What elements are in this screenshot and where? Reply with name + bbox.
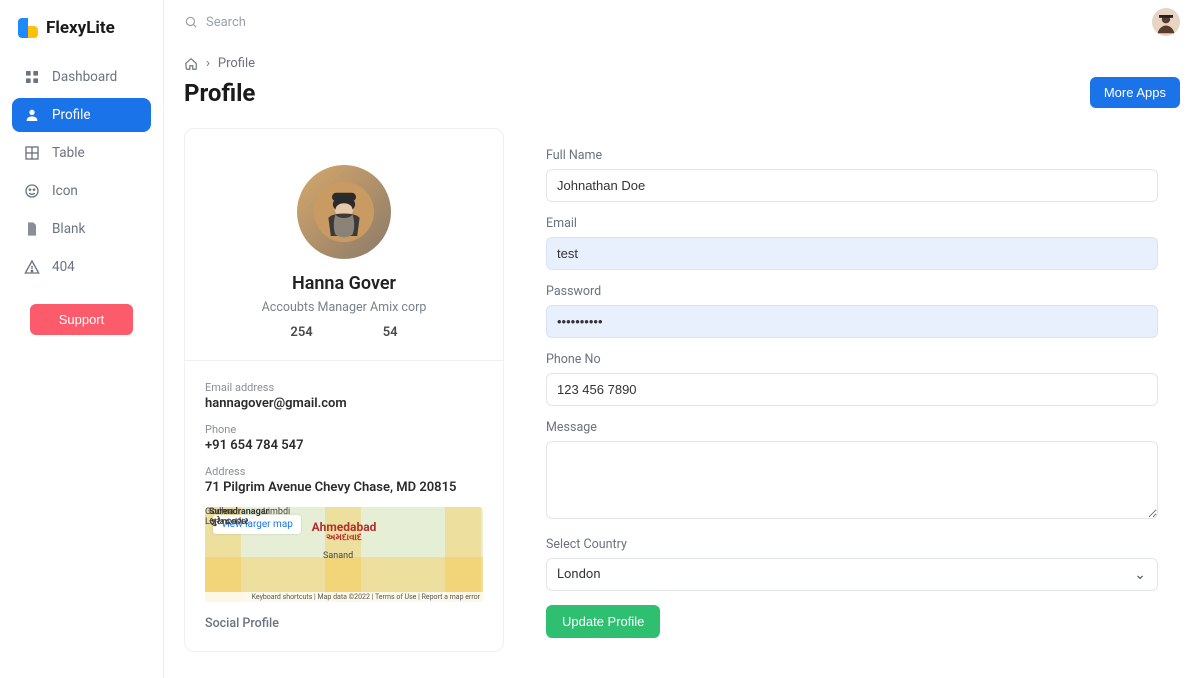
sidebar-item-blank[interactable]: Blank [12,212,151,246]
map-attribution: Keyboard shortcuts | Map data ©2022 | Te… [205,592,483,602]
social-profile-heading: Social Profile [205,616,483,631]
phone-label: Phone [205,423,483,436]
brand[interactable]: FlexyLite [0,8,163,56]
full-name-input[interactable] [546,169,1158,202]
message-label: Message [546,420,1158,435]
profile-stat-1: 254 [290,325,312,340]
update-profile-button[interactable]: Update Profile [546,605,660,638]
nav: Dashboard Profile Table Icon [0,56,163,292]
sidebar-item-label: Icon [52,183,78,199]
phone-value: +91 654 784 547 [205,438,483,453]
map-label-limbdi: Limbdi [263,507,483,592]
phone-no-label: Phone No [546,352,1158,367]
home-icon[interactable] [184,57,198,71]
sidebar: FlexyLite Dashboard Profile Table [0,0,164,678]
main: Search › Profile Profile More Apps [164,0,1200,678]
warning-icon [24,259,40,275]
sidebar-item-icon[interactable]: Icon [12,174,151,208]
dashboard-icon [24,69,40,85]
country-select[interactable]: London [546,558,1158,591]
profile-icon [24,107,40,123]
password-input[interactable] [546,305,1158,338]
sidebar-item-label: Dashboard [52,69,117,85]
user-avatar[interactable] [1152,8,1180,36]
search-placeholder: Search [206,15,246,30]
password-label: Password [546,284,1158,299]
full-name-label: Full Name [546,148,1158,163]
address-value: 71 Pilgrim Avenue Chevy Chase, MD 20815 [205,480,483,495]
email-value: hannagover@gmail.com [205,396,483,411]
brand-name: FlexyLite [46,18,115,38]
map[interactable]: View larger map Ahmedabad અમદાવાદ Surend… [205,507,483,602]
topbar: Search [164,0,1200,44]
profile-card: Hanna Gover Accoubts Manager Amix corp 2… [184,128,504,652]
sidebar-item-label: Table [52,145,85,161]
breadcrumb-current: Profile [218,56,255,71]
sidebar-item-label: Blank [52,221,85,237]
sidebar-item-dashboard[interactable]: Dashboard [12,60,151,94]
country-label: Select Country [546,537,1158,552]
message-textarea[interactable] [546,441,1158,519]
search-input[interactable]: Search [184,15,246,30]
emoji-icon [24,183,40,199]
profile-name: Hanna Gover [292,273,396,294]
support-button[interactable]: Support [30,304,133,335]
profile-role: Accoubts Manager Amix corp [262,300,427,315]
breadcrumb: › Profile [184,56,1180,71]
sidebar-item-label: Profile [52,107,91,123]
profile-stat-2: 54 [383,325,398,340]
email-input[interactable] [546,237,1158,270]
chevron-right-icon: › [206,56,210,71]
page-title: Profile [184,79,255,107]
email-label: Email address [205,381,483,394]
profile-avatar [297,165,391,259]
profile-form: Full Name Email Password Phone No Messag… [524,128,1180,658]
sidebar-item-profile[interactable]: Profile [12,98,151,132]
sidebar-item-label: 404 [52,259,75,275]
brand-logo-icon [18,18,38,38]
sidebar-item-404[interactable]: 404 [12,250,151,284]
sidebar-item-table[interactable]: Table [12,136,151,170]
search-icon [184,15,198,29]
file-icon [24,221,40,237]
address-label: Address [205,465,483,478]
table-icon [24,145,40,161]
phone-no-input[interactable] [546,373,1158,406]
email-field-label: Email [546,216,1158,231]
more-apps-button[interactable]: More Apps [1090,77,1180,108]
